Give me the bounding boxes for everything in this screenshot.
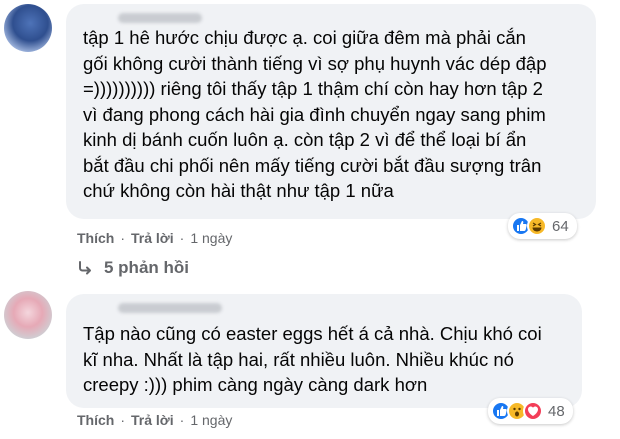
separator-dot: · bbox=[120, 412, 126, 428]
comment-bubble: tập 1 hê hước chịu được ạ. coi giữa đêm … bbox=[66, 4, 596, 219]
love-icon bbox=[523, 401, 543, 421]
reaction-count: 48 bbox=[548, 402, 565, 420]
reaction-count: 64 bbox=[552, 217, 569, 235]
reply-link[interactable]: Trả lời bbox=[131, 230, 174, 246]
haha-icon bbox=[527, 216, 547, 236]
commenter-avatar[interactable] bbox=[4, 4, 52, 52]
reactions-summary[interactable]: 48 bbox=[488, 398, 573, 424]
like-link[interactable]: Thích bbox=[77, 412, 114, 428]
comment-timestamp[interactable]: 1 ngày bbox=[190, 230, 232, 246]
separator-dot: · bbox=[179, 412, 185, 428]
commenter-avatar[interactable] bbox=[4, 291, 52, 339]
separator-dot: · bbox=[120, 230, 126, 246]
blurred-author-name[interactable] bbox=[118, 303, 222, 313]
comment-text: tập 1 hê hước chịu được ạ. coi giữa đêm … bbox=[83, 27, 547, 201]
reply-link[interactable]: Trả lời bbox=[131, 412, 174, 428]
comment-text: Tập nào cũng có easter eggs hết á cả nhà… bbox=[83, 323, 542, 395]
separator-dot: · bbox=[179, 230, 185, 246]
view-replies-link[interactable]: 5 phản hồi bbox=[76, 258, 189, 278]
replies-count-label[interactable]: 5 phản hồi bbox=[104, 258, 189, 278]
reply-arrow-icon bbox=[79, 261, 91, 275]
comment-actions: Thích · Trả lời · 1 ngày bbox=[77, 230, 232, 246]
like-link[interactable]: Thích bbox=[77, 230, 114, 246]
comment-timestamp[interactable]: 1 ngày bbox=[190, 412, 232, 428]
reactions-summary[interactable]: 64 bbox=[508, 213, 577, 239]
blurred-author-name[interactable] bbox=[118, 13, 202, 23]
comment-actions: Thích · Trả lời · 1 ngày bbox=[77, 412, 232, 428]
comment-bubble: Tập nào cũng có easter eggs hết á cả nhà… bbox=[66, 294, 582, 408]
